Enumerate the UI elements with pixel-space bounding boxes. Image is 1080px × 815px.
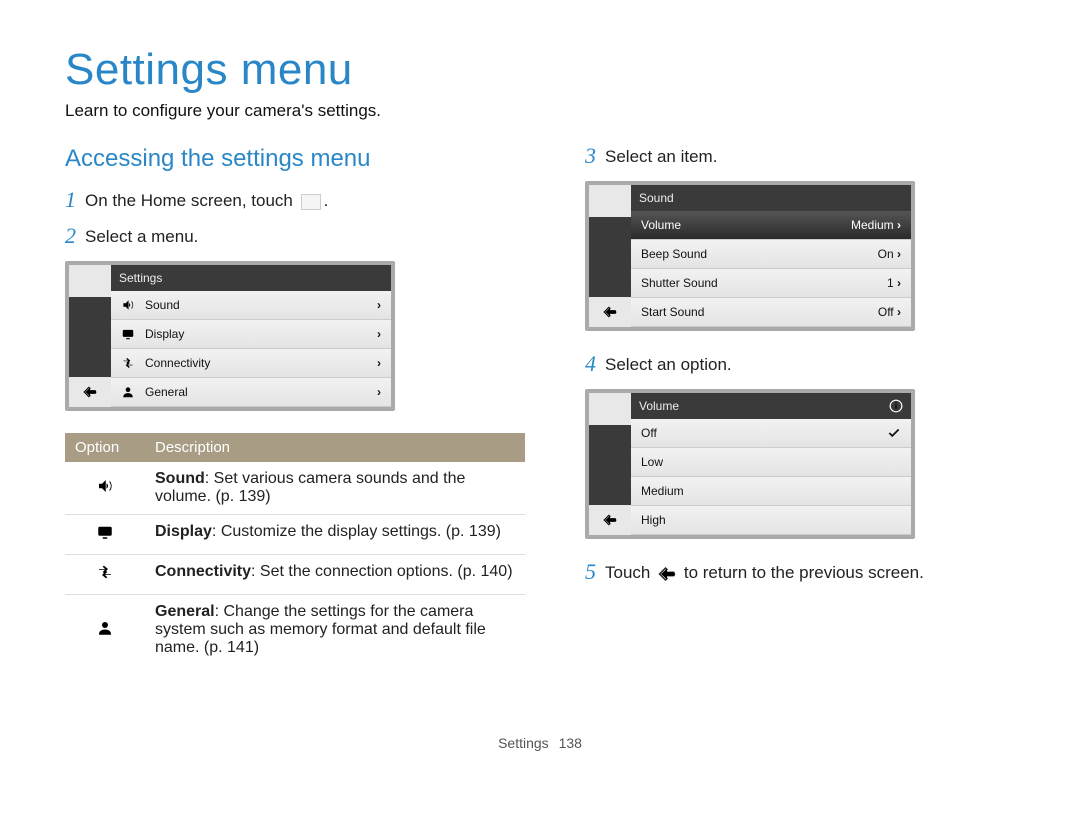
- row-label: Volume: [641, 218, 681, 232]
- step-number: 1: [65, 189, 85, 211]
- info-icon[interactable]: [889, 399, 903, 413]
- row-value: On: [878, 247, 894, 261]
- item-row-start[interactable]: Start Sound Off ›: [631, 298, 911, 327]
- row-label: Sound: [145, 298, 180, 312]
- settings-screen: Settings Sound › Display › Connectivity: [65, 261, 395, 411]
- step-1-suffix: .: [324, 191, 329, 210]
- row-label: General: [145, 385, 188, 399]
- step-5-post: to return to the previous screen.: [684, 563, 924, 582]
- table-row: Sound: Set various camera sounds and the…: [65, 462, 525, 515]
- connectivity-icon: [65, 555, 145, 595]
- sound-icon: [121, 298, 135, 312]
- option-row-medium[interactable]: Medium: [631, 477, 911, 506]
- back-button[interactable]: [589, 505, 631, 535]
- chevron-right-icon: ›: [377, 385, 381, 399]
- row-value: Medium: [851, 218, 894, 232]
- footer-page-number: 138: [559, 735, 582, 751]
- screen-title: Settings: [111, 265, 391, 291]
- row-label: Low: [641, 455, 663, 469]
- option-row-low[interactable]: Low: [631, 448, 911, 477]
- row-label: Beep Sound: [641, 247, 707, 261]
- table-row: General: Change the settings for the cam…: [65, 595, 525, 666]
- step-4-text: Select an option.: [605, 353, 732, 375]
- screen-title: Volume: [631, 393, 911, 419]
- row-label: High: [641, 513, 666, 527]
- back-icon: [603, 513, 617, 527]
- step-5: 5 Touch to return to the previous screen…: [585, 561, 1015, 583]
- step-3-text: Select an item.: [605, 145, 717, 167]
- screen-thumbnail: [69, 265, 111, 297]
- connectivity-icon: [121, 356, 135, 370]
- options-table: Option Description Sound: Set various ca…: [65, 433, 525, 665]
- display-icon: [121, 327, 135, 341]
- page-subtitle: Learn to configure your camera's setting…: [65, 101, 1015, 121]
- step-1-text: On the Home screen, touch: [85, 191, 293, 210]
- row-label: Display: [145, 327, 184, 341]
- option-row-high[interactable]: High: [631, 506, 911, 535]
- row-label: Connectivity: [145, 356, 210, 370]
- row-label: Off: [641, 426, 657, 440]
- row-label: Start Sound: [641, 305, 704, 319]
- chevron-right-icon: ›: [897, 305, 901, 319]
- volume-screen: Volume Off Low Medium: [585, 389, 915, 539]
- chevron-right-icon: ›: [897, 218, 901, 232]
- step-3: 3 Select an item.: [585, 145, 1015, 167]
- step-number: 4: [585, 353, 605, 375]
- right-column: 3 Select an item. Sound: [585, 145, 1015, 665]
- table-row: Display: Customize the display settings.…: [65, 515, 525, 555]
- col-description: Description: [145, 433, 525, 462]
- left-column: Accessing the settings menu 1 On the Hom…: [65, 145, 525, 665]
- back-icon: [603, 305, 617, 319]
- table-row: Connectivity: Set the connection options…: [65, 555, 525, 595]
- step-number: 2: [65, 225, 85, 247]
- step-1: 1 On the Home screen, touch .: [65, 189, 525, 211]
- step-2-text: Select a menu.: [85, 225, 198, 247]
- back-button[interactable]: [69, 377, 111, 407]
- screen-thumbnail: [589, 185, 631, 217]
- page-footer: Settings 138: [65, 735, 1015, 751]
- screen-title: Sound: [631, 185, 911, 211]
- row-label: Shutter Sound: [641, 276, 718, 290]
- menu-row-display[interactable]: Display ›: [111, 320, 391, 349]
- chevron-right-icon: ›: [377, 327, 381, 341]
- step-2: 2 Select a menu.: [65, 225, 525, 247]
- chevron-right-icon: ›: [377, 298, 381, 312]
- page-title: Settings menu: [65, 45, 1015, 95]
- chevron-right-icon: ›: [377, 356, 381, 370]
- menu-row-general[interactable]: General ›: [111, 378, 391, 407]
- display-icon: [65, 515, 145, 555]
- return-icon: [658, 565, 676, 583]
- option-row-off[interactable]: Off: [631, 419, 911, 448]
- settings-home-icon: [301, 194, 321, 210]
- back-icon: [83, 385, 97, 399]
- menu-row-connectivity[interactable]: Connectivity ›: [111, 349, 391, 378]
- check-icon: [887, 426, 901, 440]
- chevron-right-icon: ›: [897, 276, 901, 290]
- footer-section: Settings: [498, 735, 549, 751]
- back-button[interactable]: [589, 297, 631, 327]
- item-row-beep[interactable]: Beep Sound On ›: [631, 240, 911, 269]
- row-value: 1: [887, 276, 894, 290]
- section-heading: Accessing the settings menu: [65, 145, 525, 173]
- step-number: 5: [585, 561, 605, 583]
- step-4: 4 Select an option.: [585, 353, 1015, 375]
- general-icon: [65, 595, 145, 666]
- row-label: Medium: [641, 484, 684, 498]
- menu-row-sound[interactable]: Sound ›: [111, 291, 391, 320]
- screen-thumbnail: [589, 393, 631, 425]
- chevron-right-icon: ›: [897, 247, 901, 261]
- step-number: 3: [585, 145, 605, 167]
- item-row-shutter[interactable]: Shutter Sound 1 ›: [631, 269, 911, 298]
- step-5-pre: Touch: [605, 563, 650, 582]
- sound-screen: Sound Volume Medium › Beep Sound On › Sh…: [585, 181, 915, 331]
- row-value: Off: [878, 305, 894, 319]
- general-icon: [121, 385, 135, 399]
- col-option: Option: [65, 433, 145, 462]
- item-row-volume[interactable]: Volume Medium ›: [631, 211, 911, 240]
- sound-icon: [65, 462, 145, 515]
